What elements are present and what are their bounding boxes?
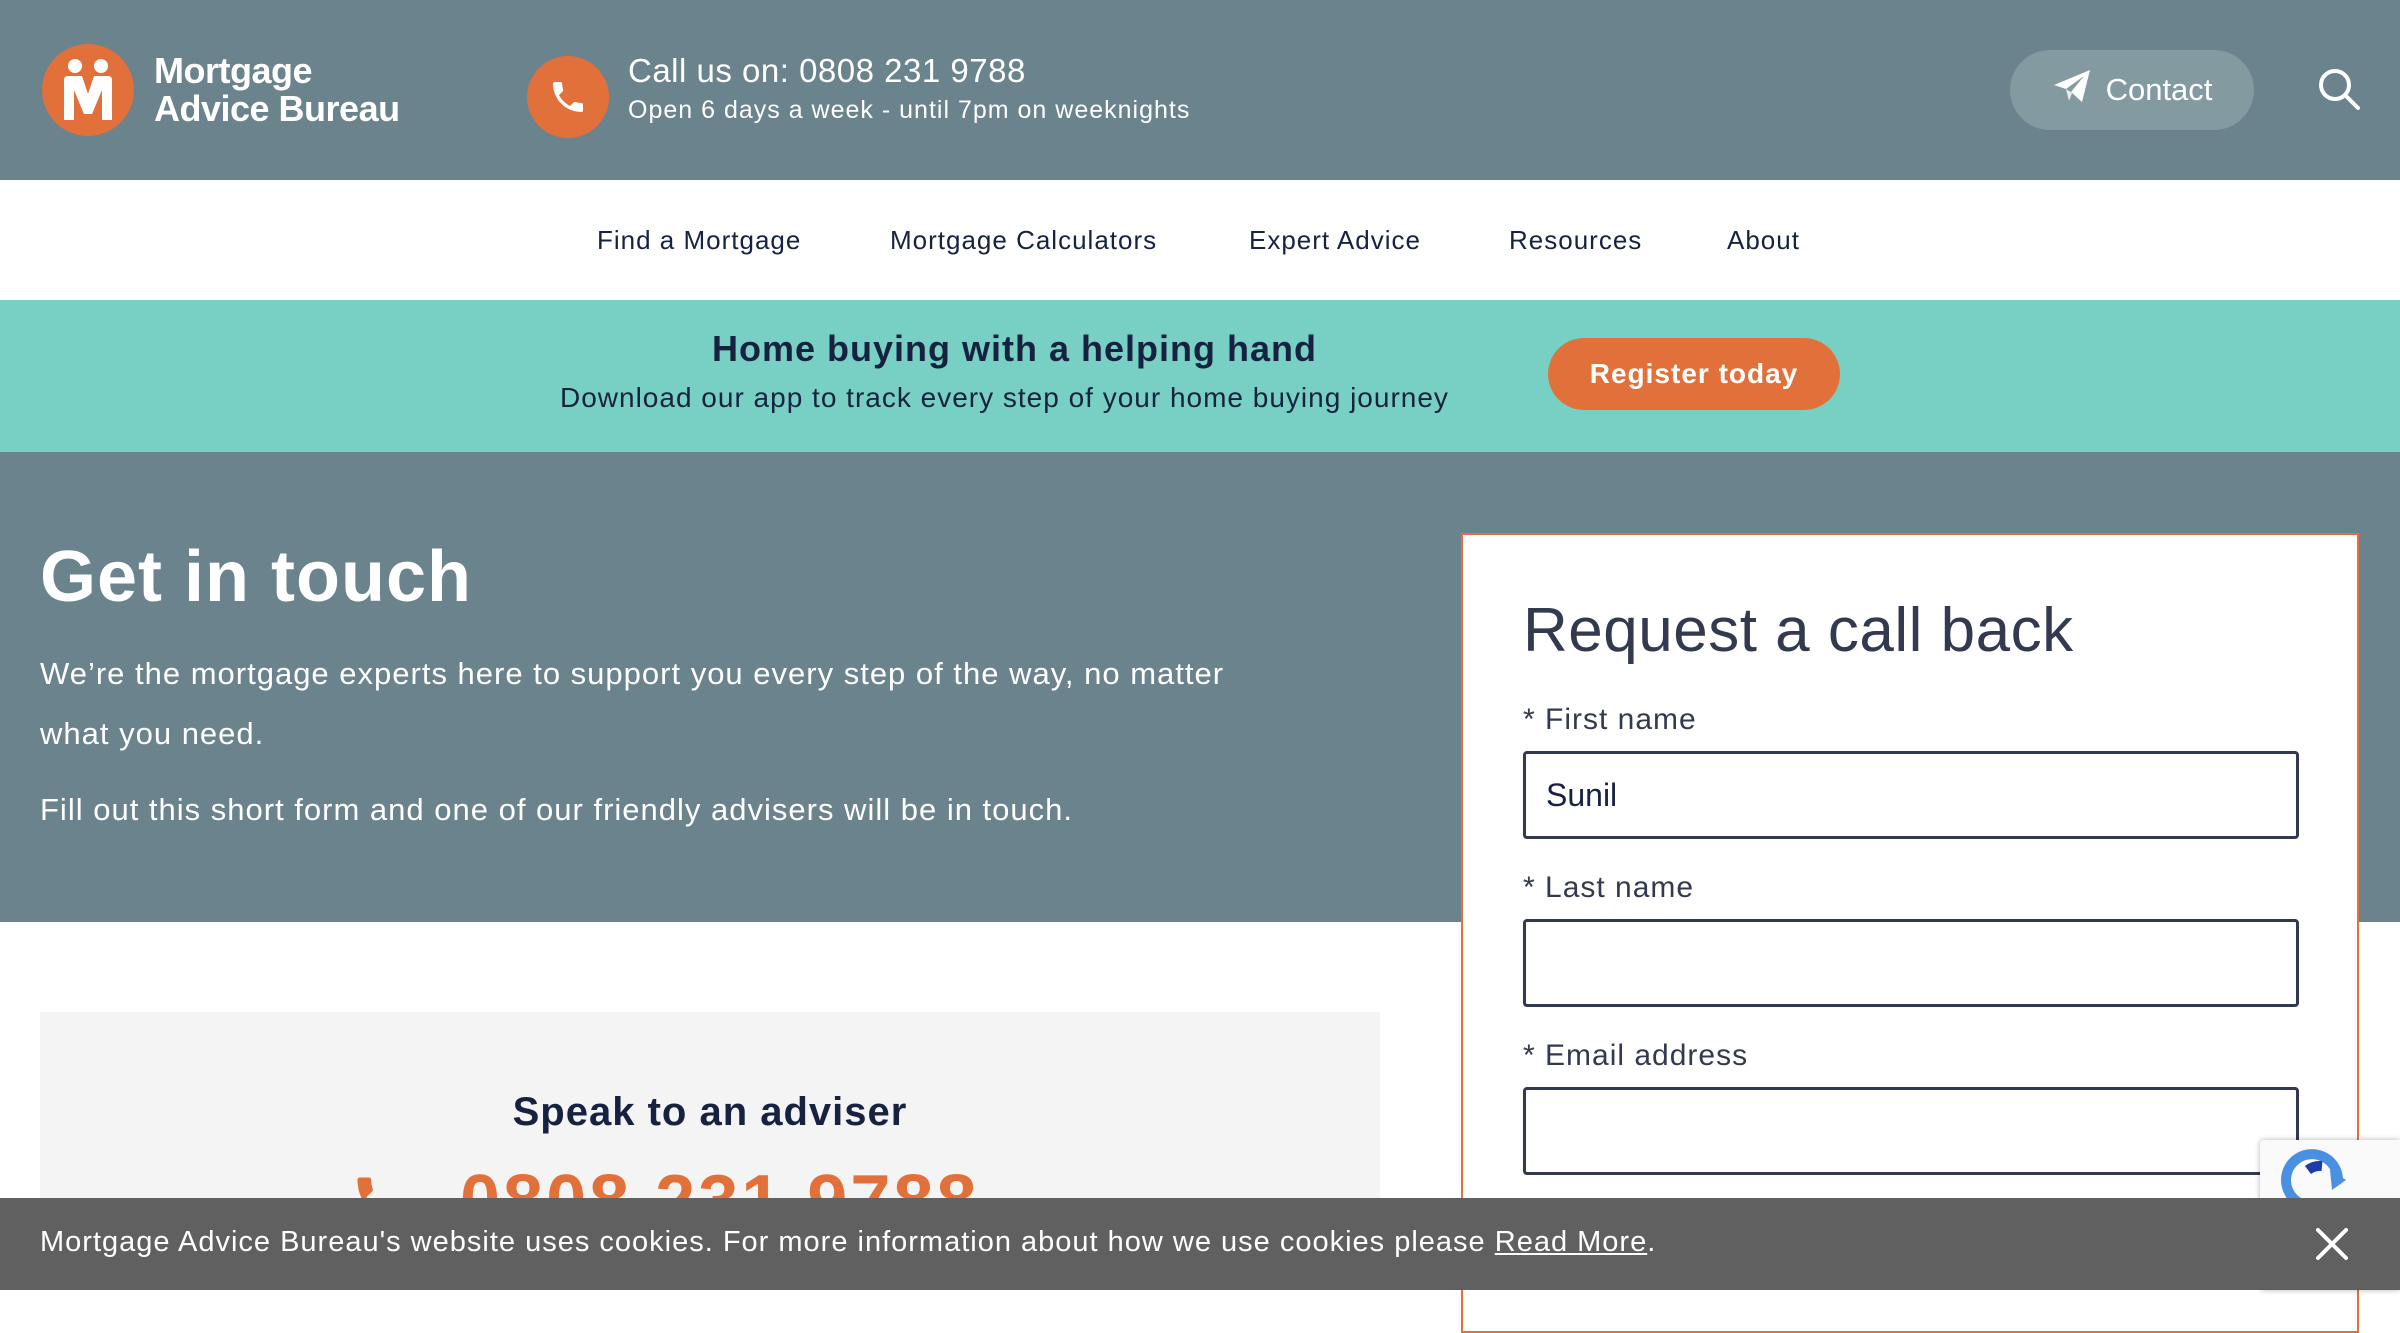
- search-icon[interactable]: [2316, 66, 2362, 112]
- nav-item-find-a-mortgage[interactable]: Find a Mortgage: [597, 220, 801, 260]
- cookie-read-more-link[interactable]: Read More: [1495, 1226, 1647, 1258]
- hero-instructions: Fill out this short form and one of our …: [40, 792, 1074, 827]
- last-name-field[interactable]: [1523, 919, 2299, 1007]
- nav-item-expert-advice[interactable]: Expert Advice: [1249, 220, 1421, 260]
- first-name-label: * First name: [1523, 703, 1697, 736]
- logo-mark-icon: [42, 44, 134, 136]
- call-us-number[interactable]: Call us on: 0808 231 9788: [628, 52, 1026, 90]
- promo-subtitle: Download our app to track every step of …: [560, 382, 1449, 413]
- logo-text: Mortgage Advice Bureau: [154, 52, 400, 128]
- hero-intro: We’re the mortgage experts here to suppo…: [40, 656, 1225, 751]
- first-name-field[interactable]: [1523, 751, 2299, 839]
- contact-button[interactable]: Contact: [2010, 50, 2254, 130]
- cookie-suffix: .: [1647, 1226, 1657, 1258]
- nav-item-mortgage-calculators[interactable]: Mortgage Calculators: [890, 220, 1157, 260]
- logo[interactable]: Mortgage Advice Bureau: [42, 44, 400, 136]
- cookie-banner: Mortgage Advice Bureau's website uses co…: [0, 1198, 2400, 1290]
- close-icon[interactable]: [2310, 1222, 2354, 1266]
- main-nav: Find a Mortgage Mortgage Calculators Exp…: [0, 180, 2400, 300]
- phone-icon[interactable]: [527, 56, 609, 138]
- form-title: Request a call back: [1523, 596, 2074, 665]
- register-today-button[interactable]: Register today: [1548, 338, 1840, 410]
- logo-line-1: Mortgage: [154, 50, 312, 91]
- email-field[interactable]: [1523, 1087, 2299, 1175]
- logo-line-2: Advice Bureau: [154, 88, 400, 129]
- nav-item-about[interactable]: About: [1727, 220, 1800, 260]
- email-label: * Email address: [1523, 1039, 1749, 1072]
- contact-label: Contact: [2105, 72, 2213, 107]
- cookie-message: Mortgage Advice Bureau's website uses co…: [40, 1226, 1656, 1259]
- cookie-text: Mortgage Advice Bureau's website uses co…: [40, 1226, 1495, 1258]
- page-title: Get in touch: [40, 537, 472, 617]
- paper-plane-icon: [2052, 68, 2092, 112]
- nav-item-resources[interactable]: Resources: [1509, 220, 1642, 260]
- opening-hours: Open 6 days a week - until 7pm on weekni…: [628, 96, 1191, 124]
- promo-banner: Home buying with a helping hand Download…: [0, 300, 2400, 452]
- speak-title: Speak to an adviser: [512, 1090, 908, 1134]
- site-header: Mortgage Advice Bureau Call us on: 0808 …: [0, 0, 2400, 180]
- promo-title-text: Home buying with a helping hand: [712, 328, 1317, 369]
- last-name-label: * Last name: [1523, 871, 1695, 904]
